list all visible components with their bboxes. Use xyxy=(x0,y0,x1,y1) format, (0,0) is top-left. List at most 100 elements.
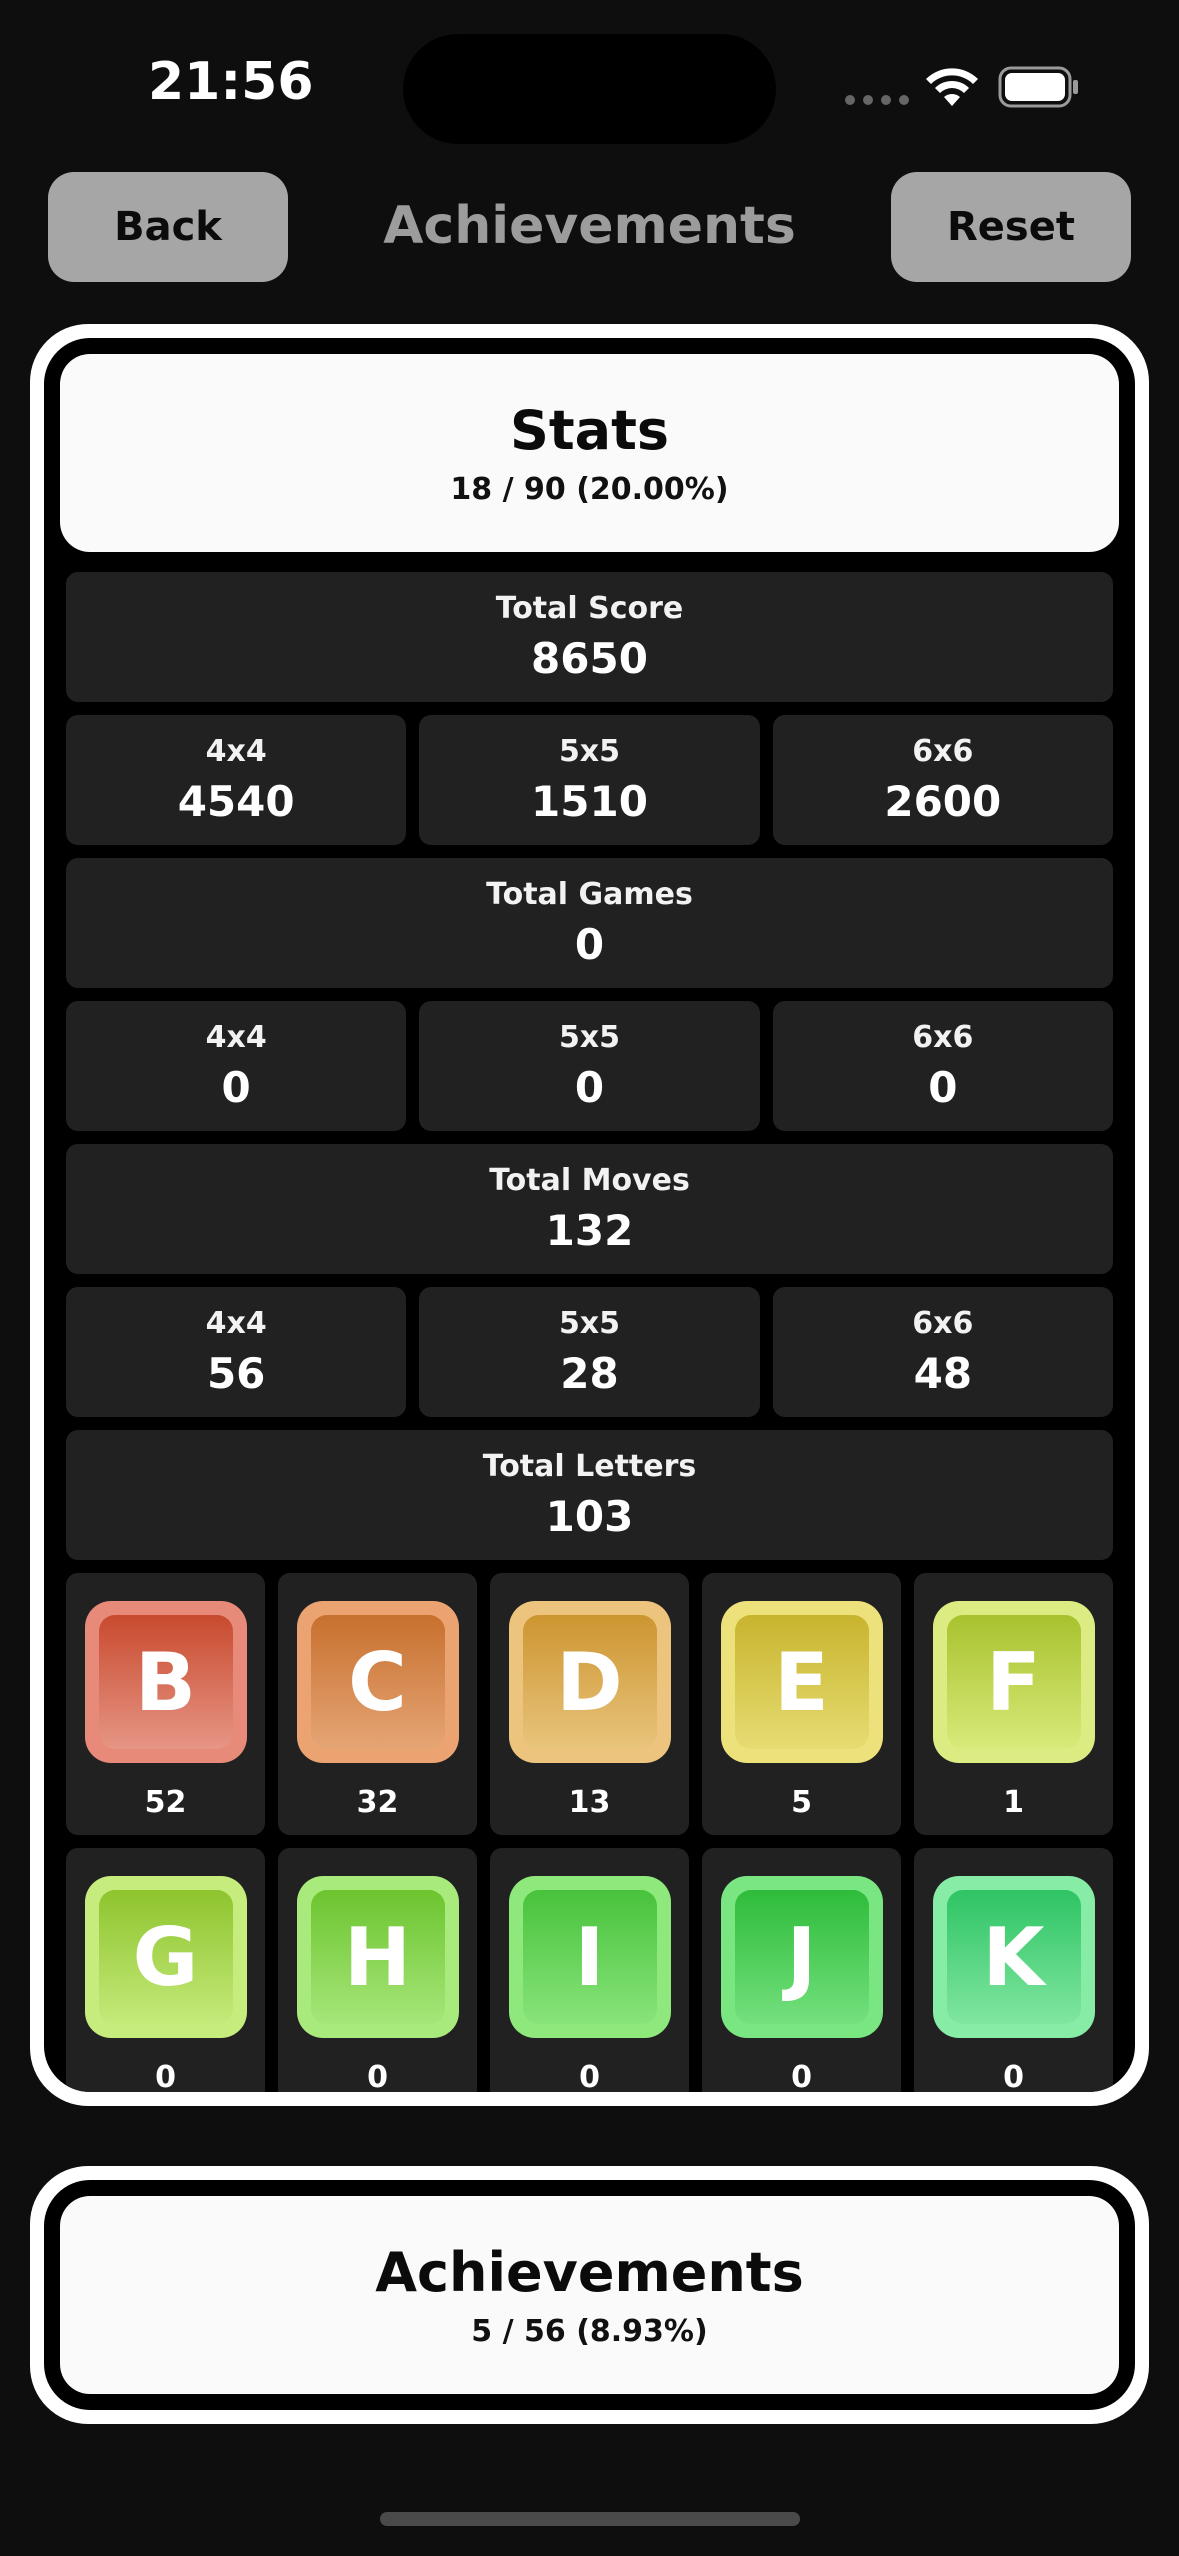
size-label: 4x4 xyxy=(205,1306,267,1341)
stats-header-card[interactable]: Stats 18 / 90 (20.00%) xyxy=(60,354,1119,552)
size-label: 6x6 xyxy=(912,734,974,769)
stats-panel: Stats 18 / 90 (20.00%) Total Score 8650 … xyxy=(30,324,1149,2106)
total-score-label: Total Score xyxy=(495,591,684,626)
size-label: 6x6 xyxy=(912,1020,974,1055)
letter-tile-card: I0 xyxy=(490,1848,689,2092)
letter-tile-glyph: G xyxy=(98,1890,233,2024)
letter-tile: F xyxy=(932,1601,1095,1763)
letter-tile-glyph: J xyxy=(734,1890,869,2024)
achievements-panel: Achievements 5 / 56 (8.93%) xyxy=(30,2166,1149,2424)
letter-tiles-grid: B 52 C 32 D 13 E 5 F 1 G 0 H 0 I 0 J 0 K 0 xyxy=(66,1573,1113,2092)
size-label: 5x5 xyxy=(558,734,621,769)
total-games-value: 0 xyxy=(574,920,605,969)
achievements-panel-inner: Achievements 5 / 56 (8.93%) xyxy=(44,2180,1135,2410)
games-value: 0 xyxy=(928,1063,958,1112)
size-label: 4x4 xyxy=(205,734,267,769)
letter-tile: D xyxy=(508,1601,671,1763)
achievements-progress: 5 / 56 (8.93%) xyxy=(471,2314,708,2349)
letter-tile: H xyxy=(296,1876,459,2038)
games-4x4-card: 4x4 0 xyxy=(66,1001,407,1131)
home-indicator[interactable] xyxy=(380,2512,800,2526)
size-label: 4x4 xyxy=(205,1020,267,1055)
stats-panel-inner: Stats 18 / 90 (20.00%) Total Score 8650 … xyxy=(44,338,1135,2092)
games-value: 0 xyxy=(574,1063,605,1112)
moves-value: 56 xyxy=(206,1349,266,1398)
letter-tile-glyph: F xyxy=(946,1615,1081,1749)
letter-tile: C xyxy=(296,1601,459,1763)
letter-tile-card: B 52 xyxy=(66,1573,265,1835)
total-score-card: Total Score 8650 xyxy=(66,572,1113,702)
moves-6x6-card: 6x6 48 xyxy=(772,1287,1113,1417)
letter-tile-card: D 13 xyxy=(490,1573,689,1835)
letter-tile: J xyxy=(720,1876,883,2038)
letter-tile-glyph: C xyxy=(310,1615,445,1749)
games-6x6-card: 6x6 0 xyxy=(772,1001,1113,1131)
letter-count: 1 xyxy=(1003,1785,1024,1820)
score-value: 2600 xyxy=(884,777,1002,826)
letter-count: 32 xyxy=(356,1785,399,1820)
letter-tile: I xyxy=(508,1876,671,2038)
letter-tile-card: F1 xyxy=(914,1573,1113,1835)
letter-tile-card: C 32 xyxy=(278,1573,477,1835)
score-6x6-card: 6x6 2600 xyxy=(772,715,1113,845)
total-games-label: Total Games xyxy=(486,877,693,912)
stats-progress: 18 / 90 (20.00%) xyxy=(450,472,729,507)
moves-5x5-card: 5x5 28 xyxy=(419,1287,760,1417)
letter-count: 5 xyxy=(791,1785,812,1820)
moves-4x4-card: 4x4 56 xyxy=(66,1287,407,1417)
games-5x5-card: 5x5 0 xyxy=(419,1001,760,1131)
letter-count: 0 xyxy=(1003,2060,1024,2092)
total-games-card: Total Games 0 xyxy=(66,858,1113,988)
achievements-title: Achievements xyxy=(375,2241,804,2304)
score-by-size-row: 4x4 4540 5x5 1510 6x6 2600 xyxy=(66,715,1113,845)
moves-value: 28 xyxy=(560,1349,619,1398)
letter-tile-card: E5 xyxy=(702,1573,901,1835)
letter-tile-glyph: K xyxy=(946,1890,1081,2024)
letter-count: 0 xyxy=(367,2060,388,2092)
status-time: 21:56 xyxy=(148,52,314,112)
letter-tile-card: K0 xyxy=(914,1848,1113,2092)
letter-tile: G xyxy=(84,1876,247,2038)
score-4x4-card: 4x4 4540 xyxy=(66,715,407,845)
score-value: 1510 xyxy=(531,777,648,826)
letter-tile: E xyxy=(720,1601,883,1763)
total-score-value: 8650 xyxy=(531,634,648,683)
letter-tile-card: J0 xyxy=(702,1848,901,2092)
score-value: 4540 xyxy=(177,777,295,826)
letter-tile: K xyxy=(932,1876,1095,2038)
achievements-screen: 21:56 Back Achievements Reset Stats 18 /… xyxy=(0,0,1179,2556)
letter-count: 0 xyxy=(155,2060,176,2092)
achievements-card[interactable]: Achievements 5 / 56 (8.93%) xyxy=(60,2196,1119,2394)
total-moves-value: 132 xyxy=(545,1206,634,1255)
size-label: 6x6 xyxy=(912,1306,974,1341)
size-label: 5x5 xyxy=(558,1306,621,1341)
letter-tile-glyph: B xyxy=(98,1615,233,1749)
letter-count: 0 xyxy=(579,2060,600,2092)
total-moves-label: Total Moves xyxy=(489,1163,690,1198)
letter-tile-glyph: E xyxy=(734,1615,869,1749)
dynamic-island xyxy=(403,34,776,144)
size-label: 5x5 xyxy=(558,1020,621,1055)
score-5x5-card: 5x5 1510 xyxy=(419,715,760,845)
moves-value: 48 xyxy=(913,1349,973,1398)
games-value: 0 xyxy=(221,1063,251,1112)
letter-count: 0 xyxy=(791,2060,812,2092)
letter-tile-card: H0 xyxy=(278,1848,477,2092)
stats-title: Stats xyxy=(509,399,670,462)
letter-tile-card: G0 xyxy=(66,1848,265,2092)
letter-count: 13 xyxy=(568,1785,611,1820)
wifi-icon xyxy=(926,68,978,106)
stats-scroll-area[interactable]: Total Score 8650 4x4 4540 5x5 1510 6x6 2… xyxy=(60,572,1119,2092)
moves-by-size-row: 4x4 56 5x5 28 6x6 48 xyxy=(66,1287,1113,1417)
total-letters-card: Total Letters 103 xyxy=(66,1430,1113,1560)
cellular-signal-icon xyxy=(845,95,909,105)
total-moves-card: Total Moves 132 xyxy=(66,1144,1113,1274)
total-letters-value: 103 xyxy=(545,1492,634,1541)
battery-icon xyxy=(998,66,1078,108)
reset-button[interactable]: Reset xyxy=(891,172,1131,282)
letter-tile-glyph: I xyxy=(522,1890,657,2024)
games-by-size-row: 4x4 0 5x5 0 6x6 0 xyxy=(66,1001,1113,1131)
letter-tile-glyph: D xyxy=(522,1615,657,1749)
letter-count: 52 xyxy=(144,1785,187,1820)
letter-tile: B xyxy=(84,1601,247,1763)
